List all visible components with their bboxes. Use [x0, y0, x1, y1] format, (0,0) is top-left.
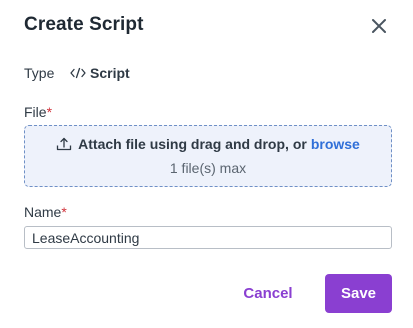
file-label-text: File [24, 104, 47, 120]
file-label: File* [24, 104, 52, 120]
type-label: Type [24, 65, 55, 81]
type-value: Script [70, 65, 130, 81]
name-input[interactable] [24, 226, 392, 249]
dialog-title: Create Script [24, 14, 144, 35]
code-icon [70, 67, 86, 79]
type-value-text: Script [90, 65, 130, 81]
save-button[interactable]: Save [325, 274, 392, 313]
dropzone-line: Attach file using drag and drop, or brow… [25, 136, 391, 152]
file-max-text: 1 file(s) max [169, 160, 247, 176]
name-label: Name* [24, 204, 67, 220]
create-script-dialog: Create Script Type Script File* Attach f… [0, 0, 413, 328]
dropzone-text: Attach file using drag and drop, or [78, 136, 307, 152]
name-label-text: Name [24, 204, 62, 220]
close-icon [372, 19, 386, 33]
close-button[interactable] [370, 17, 388, 35]
file-required-marker: * [46, 104, 53, 120]
name-required-marker: * [61, 204, 67, 220]
file-dropzone[interactable]: Attach file using drag and drop, or brow… [24, 125, 392, 187]
type-row: Type Script [24, 64, 130, 82]
cancel-button[interactable]: Cancel [232, 274, 304, 312]
upload-icon [56, 137, 72, 151]
browse-link[interactable]: browse [311, 136, 360, 152]
